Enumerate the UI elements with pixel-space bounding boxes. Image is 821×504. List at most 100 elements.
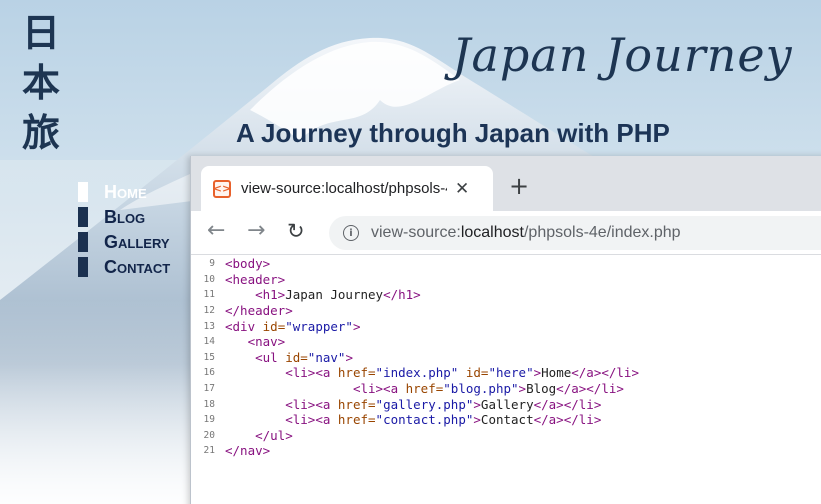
- browser-toolbar: ← → ↻ i view-source:localhost/phpsols-4e…: [191, 211, 821, 255]
- code-token-text: Contact: [480, 412, 534, 428]
- close-icon[interactable]: ✕: [455, 179, 469, 199]
- line-number: 9: [209, 258, 215, 270]
- line-number: 19: [203, 414, 215, 426]
- code-token-text: Home: [541, 365, 572, 381]
- new-tab-button[interactable]: +: [509, 174, 529, 198]
- line-code: <body>: [225, 256, 270, 271]
- kanji-character: 旅: [22, 110, 61, 155]
- code-token-tag: </h1>: [383, 287, 421, 303]
- url-host: localhost: [460, 224, 524, 241]
- line-number: 17: [203, 383, 215, 395]
- nav-link-label: Contact: [104, 256, 171, 277]
- code-token-tag: <body>: [225, 256, 271, 272]
- source-line: 20 </ul>: [191, 428, 821, 444]
- line-code: </nav>: [225, 443, 270, 458]
- nav-link-home[interactable]: Home: [78, 180, 198, 204]
- code-token-attr: href=: [337, 412, 376, 428]
- url-text: view-source:localhost/phpsols-4e/index.p…: [371, 224, 681, 242]
- code-token-val: "blog.php": [443, 381, 519, 397]
- tab-strip: <> view-source:localhost/phpsols-4e ✕ +: [191, 156, 821, 211]
- address-bar[interactable]: i view-source:localhost/phpsols-4e/index…: [329, 216, 821, 250]
- line-code: <li><a href="contact.php">Contact</a></l…: [225, 412, 601, 427]
- line-number: 16: [203, 367, 215, 379]
- nav-link-gallery[interactable]: Gallery: [78, 230, 198, 254]
- source-line: 13 <div id="wrapper">: [191, 318, 821, 334]
- code-token-attr: href=: [337, 396, 376, 412]
- code-token-attr: id=: [465, 365, 489, 381]
- code-token-tag: <ul: [255, 349, 286, 365]
- source-line: 17 <li><a href="blog.php">Blog</a></li>: [191, 381, 821, 397]
- code-token-val: "here": [488, 365, 534, 381]
- nav-link-label: Blog: [104, 206, 146, 227]
- line-code: <li><a href="blog.php">Blog</a></li>: [225, 381, 624, 396]
- line-code: <h1>Japan Journey</h1>: [225, 287, 421, 302]
- code-token-tag: </nav>: [225, 443, 271, 459]
- back-arrow-icon[interactable]: ←: [207, 220, 225, 242]
- code-token-tag: </a></li>: [533, 412, 602, 428]
- code-token-attr: href=: [337, 365, 376, 381]
- nav-link-label: Home: [104, 181, 147, 202]
- source-line: 18 <li><a href="gallery.php">Gallery</a>…: [191, 396, 821, 412]
- code-token-tag: >: [533, 365, 542, 381]
- line-code: </ul>: [225, 428, 293, 443]
- nav-link-contact[interactable]: Contact: [78, 255, 198, 279]
- code-token-tag: <li><a: [285, 365, 338, 381]
- nav-marker: [78, 207, 88, 227]
- line-number: 18: [203, 398, 215, 410]
- code-token-text: Japan Journey: [285, 287, 384, 303]
- line-number: 13: [203, 320, 215, 332]
- code-token-tag: <div: [225, 318, 263, 334]
- source-line: 21 </nav>: [191, 443, 821, 459]
- code-token-tag: <li><a: [285, 412, 338, 428]
- reload-icon[interactable]: ↻: [287, 221, 305, 242]
- code-token-tag: </a></li>: [571, 365, 639, 381]
- code-token-attr: id=: [285, 349, 308, 365]
- line-number: 10: [203, 273, 215, 285]
- line-code: <li><a href="gallery.php">Gallery</a></l…: [225, 397, 601, 412]
- forward-arrow-icon[interactable]: →: [247, 220, 265, 242]
- nav-link-blog[interactable]: Blog: [78, 205, 198, 229]
- browser-tab[interactable]: <> view-source:localhost/phpsols-4e ✕: [201, 166, 493, 211]
- line-code: <div id="wrapper">: [225, 319, 360, 334]
- source-line: 12 </header>: [191, 303, 821, 319]
- source-line: 10 <header>: [191, 272, 821, 288]
- code-token-tag: >: [473, 396, 481, 412]
- line-number: 21: [203, 445, 215, 457]
- line-code: <header>: [225, 272, 285, 287]
- site-tagline: A Journey through Japan with PHP: [236, 118, 670, 148]
- code-token-tag: <h1>: [255, 287, 286, 303]
- nav-link-label: Gallery: [104, 231, 170, 252]
- line-number: 12: [203, 305, 215, 317]
- code-token-tag: <nav>: [247, 334, 286, 350]
- line-number: 11: [203, 289, 215, 301]
- nav-marker: [78, 257, 88, 277]
- code-token-val: "gallery.php": [375, 396, 474, 412]
- line-number: 20: [203, 429, 215, 441]
- code-token-tag: </a></li>: [533, 396, 602, 412]
- source-code-view: 9 <body> 10 <header> 11 <h1>Japan Journey</h…: [191, 256, 821, 504]
- line-code: <nav>: [225, 334, 286, 350]
- code-token-tag: >: [473, 412, 481, 428]
- url-prefix: view-source:: [371, 224, 461, 241]
- source-line: 11 <h1>Japan Journey</h1>: [191, 287, 821, 303]
- code-token-tag: >: [352, 318, 361, 334]
- nav-marker: [78, 232, 88, 252]
- code-token-tag: </a></li>: [556, 381, 624, 397]
- info-icon[interactable]: i: [343, 225, 359, 241]
- source-line: 15 <ul id="nav">: [191, 350, 821, 366]
- code-token-val: "index.php": [375, 365, 459, 381]
- code-token-tag: </ul>: [255, 427, 293, 443]
- code-token-tag: >: [345, 349, 353, 365]
- code-token-attr: href=: [405, 381, 444, 397]
- site-navigation: Home Blog Gallery Contact: [78, 180, 198, 280]
- code-token-tag: <header>: [225, 271, 286, 287]
- code-icon: <>: [213, 179, 231, 198]
